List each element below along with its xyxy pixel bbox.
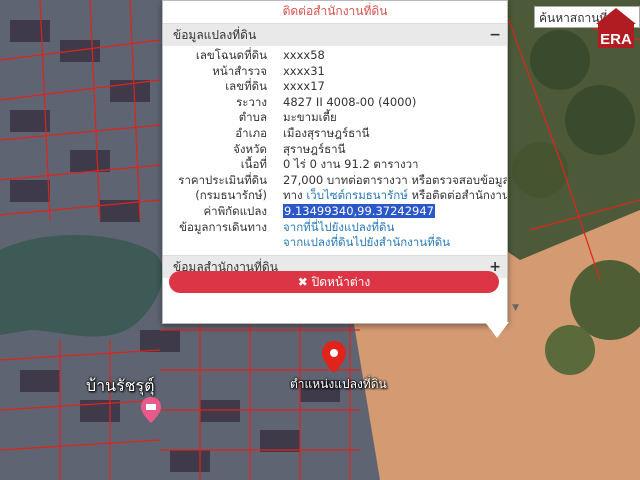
row-label: เลขโฉนดที่ดิน — [195, 48, 267, 62]
row-value: 4827 II 4008-00 (4000) — [283, 94, 417, 109]
appraisal-value: 27,000 บาทต่อตารางวา หรือตรวจสอบข้อมูลผ่… — [283, 172, 507, 187]
row-value: xxxx31 — [283, 63, 325, 78]
contact-land-office-link[interactable]: ติดต่อสำนักงานที่ดิน — [163, 1, 507, 23]
row-value: xxxx58 — [283, 48, 325, 62]
info-row: ระวาง 4827 II 4008-00 (4000) — [163, 95, 507, 111]
hotel-marker-icon[interactable] — [140, 396, 162, 424]
treasury-website-link[interactable]: เว็บไซต์กรมธนารักษ์ — [306, 188, 408, 202]
coords-value[interactable]: 9.13499340,99.37242947 — [283, 203, 435, 218]
appraisal-row-2: (กรมธนารักษ์) ทาง เว็บไซต์กรมธนารักษ์ หร… — [163, 188, 507, 204]
row-value: มะขามเตี้ย — [283, 110, 337, 125]
info-row: เลขโฉนดที่ดิน xxxx58 — [163, 48, 507, 64]
info-row: เลขที่ดิน xxxx17 — [163, 79, 507, 95]
info-row: ตำบล มะขามเตี้ย — [163, 110, 507, 126]
row-value: 0 ไร่ 0 งาน 91.2 ตารางวา — [283, 157, 419, 172]
appraisal-source: ทาง เว็บไซต์กรมธนารักษ์ หรือติดต่อสำนักง… — [283, 188, 507, 204]
row-label: อำเภอ — [235, 125, 267, 140]
scroll-down-icon[interactable]: ▼ — [512, 303, 519, 313]
route-to-parcel-link[interactable]: จากที่นี่ไปยังแปลงที่ดิน — [283, 220, 507, 236]
row-label: ราคาประเมินที่ดิน — [178, 172, 267, 187]
row-value: สุราษฎร์ธานี — [283, 141, 346, 156]
row-label: หน้าสำรวจ — [212, 63, 267, 78]
row-label: (กรมธนารักษ์) — [195, 188, 267, 203]
row-label: ข้อมูลการเดินทาง — [179, 219, 267, 234]
section-parcel-info-title: ข้อมูลแปลงที่ดิน — [173, 28, 257, 42]
route-to-office-link[interactable]: จากแปลงที่ดินไปยังสำนักงานที่ดิน — [283, 235, 507, 251]
popup-scroll-area[interactable]: ติดต่อสำนักงานที่ดิน ข้อมูลแปลงที่ดิน − … — [163, 1, 507, 305]
row-label: เลขที่ดิน — [225, 79, 267, 94]
pin-label: ตำแหน่งแปลงที่ดิน — [290, 377, 387, 391]
travel-row: ข้อมูลการเดินทาง จากที่นี่ไปยังแปลงที่ดิน — [163, 220, 507, 236]
info-row: จังหวัด สุราษฎร์ธานี — [163, 142, 507, 158]
appraisal-pre-text: ทาง — [283, 188, 307, 203]
info-row: หน้าสำรวจ xxxx31 — [163, 64, 507, 80]
row-label: ระวาง — [236, 94, 267, 109]
row-label: จังหวัด — [233, 141, 267, 156]
appraisal-row: ราคาประเมินที่ดิน 27,000 บาทต่อตารางวา หร… — [163, 173, 507, 189]
era-logo: ERA — [596, 8, 636, 48]
row-value: เมืองสุราษฎร์ธานี — [283, 125, 370, 140]
location-pin-icon[interactable] — [321, 340, 347, 374]
parcel-info-popup: ติดต่อสำนักงานที่ดิน ข้อมูลแปลงที่ดิน − … — [162, 0, 519, 338]
info-row: เนื้อที่ 0 ไร่ 0 งาน 91.2 ตารางวา — [163, 157, 507, 173]
info-row: อำเภอ เมืองสุราษฎร์ธานี — [163, 126, 507, 142]
section-parcel-info-header[interactable]: ข้อมูลแปลงที่ดิน − — [163, 23, 507, 46]
row-value: xxxx17 — [283, 79, 325, 94]
appraisal-post-text: หรือติดต่อสำนักงานที่ดิน — [411, 188, 507, 203]
parcel-info-list: เลขโฉนดที่ดิน xxxx58 หน้าสำรวจ xxxx31 เลขท… — [163, 46, 507, 255]
popup-tail — [485, 322, 509, 338]
logo-text: ERA — [600, 31, 632, 48]
travel-row-2: จากแปลงที่ดินไปยังสำนักงานที่ดิน — [163, 235, 507, 251]
row-label: เนื้อที่ — [240, 157, 267, 172]
close-window-button[interactable]: ✖ ปิดหน้าต่าง — [169, 271, 499, 293]
coords-row: ค่าพิกัดแปลง 9.13499340,99.37242947 — [163, 203, 507, 220]
row-label: ตำบล — [238, 110, 267, 125]
collapse-icon[interactable]: − — [489, 24, 501, 46]
row-label: ค่าพิกัดแปลง — [203, 203, 267, 218]
